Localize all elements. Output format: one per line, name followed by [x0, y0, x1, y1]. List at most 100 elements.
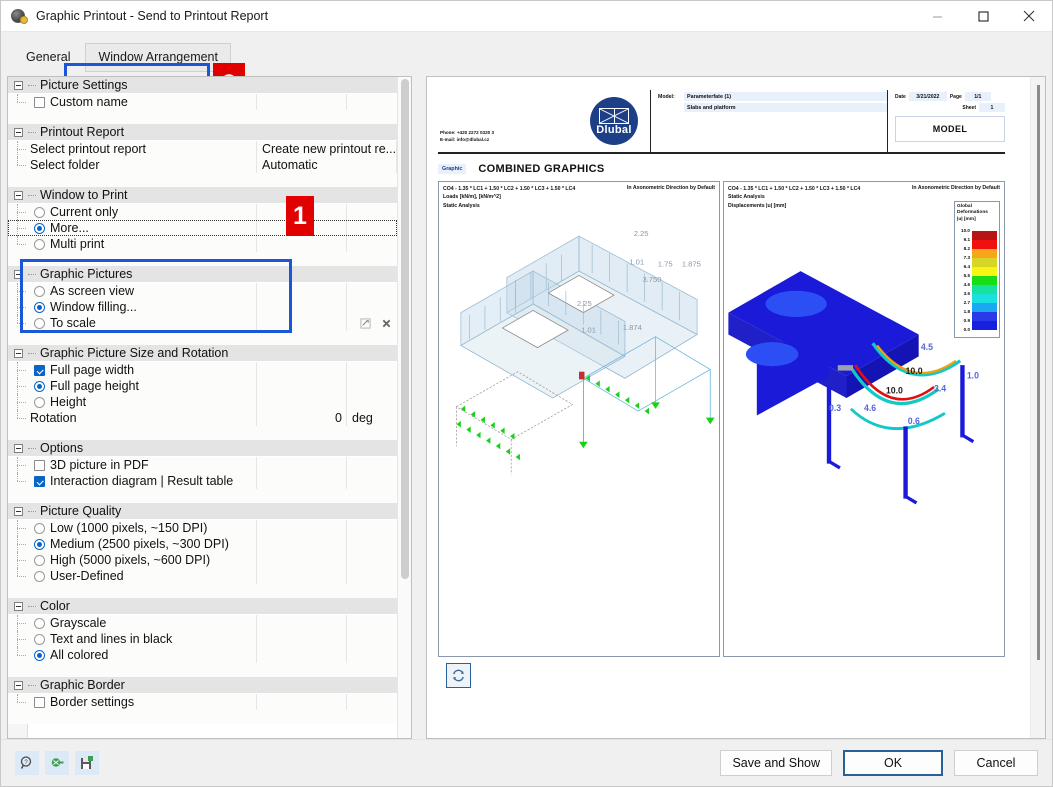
row-multi-print[interactable]: Multi print — [8, 236, 397, 252]
main-content: Picture Settings Custom name Printout Re… — [1, 76, 1052, 739]
cancel-button[interactable]: Cancel — [954, 750, 1038, 776]
row-interaction-diagram[interactable]: Interaction diagram | Result table — [8, 473, 397, 489]
group-title: Graphic Border — [40, 678, 125, 692]
deformation-label: 10.0 — [886, 385, 903, 395]
tab-window-arrangement[interactable]: Window Arrangement — [85, 43, 231, 72]
collapse-icon[interactable] — [8, 601, 28, 611]
full-page-width-checkbox[interactable] — [28, 364, 50, 376]
preview-canvas[interactable]: Phone: +420 2272 0320 3 E-mail: info@dlu… — [427, 77, 1030, 738]
row-color-grayscale[interactable]: Grayscale — [8, 615, 397, 631]
row-select-folder[interactable]: Select folder Automatic — [8, 157, 397, 173]
help-search-icon[interactable]: ? — [15, 751, 39, 775]
panel-loads[interactable]: CO4 - 1.35 * LC1 + 1.50 * LC2 + 1.50 * L… — [438, 180, 720, 657]
row-color-all-colored[interactable]: All colored — [8, 647, 397, 663]
more-radio[interactable] — [28, 222, 50, 234]
row-current-only[interactable]: Current only — [8, 204, 397, 220]
row-3d-picture-in-pdf[interactable]: 3D picture in PDF — [8, 457, 397, 473]
multi-print-radio[interactable] — [28, 238, 50, 250]
as-screen-view-radio[interactable] — [28, 285, 50, 297]
window-title: Graphic Printout - Send to Printout Repo… — [36, 9, 269, 23]
group-header[interactable]: Graphic Border — [8, 677, 397, 694]
group-header[interactable]: Picture Settings — [8, 77, 397, 94]
collapse-icon[interactable] — [8, 506, 28, 516]
row-custom-name[interactable]: Custom name — [8, 94, 397, 110]
row-full-page-height[interactable]: Full page height — [8, 378, 397, 394]
save-settings-icon[interactable] — [75, 751, 99, 775]
panel-displacements[interactable]: CO4 - 1.35 * LC1 + 1.50 * LC2 + 1.50 * L… — [723, 180, 1005, 657]
legend-value: 0.9 — [963, 318, 970, 324]
legend-value: 3.6 — [963, 291, 970, 297]
all-colored-radio[interactable] — [28, 649, 50, 661]
tab-general[interactable]: General — [13, 43, 83, 72]
refresh-preview-button[interactable] — [446, 663, 471, 688]
group-header[interactable]: Graphic Pictures — [8, 266, 397, 283]
to-scale-radio[interactable] — [28, 317, 50, 329]
maximize-icon[interactable] — [960, 1, 1006, 32]
row-label: Window filling... — [50, 300, 137, 314]
row-more[interactable]: More... — [8, 220, 397, 236]
collapse-icon[interactable] — [8, 680, 28, 690]
group-header[interactable]: Color — [8, 598, 397, 615]
text-lines-black-radio[interactable] — [28, 633, 50, 645]
ok-button[interactable]: OK — [843, 750, 943, 776]
collapse-icon[interactable] — [8, 190, 28, 200]
group-header[interactable]: Window to Print — [8, 187, 397, 204]
model-info-block: Model: Parameterfate (1) Slabs and platf… — [650, 90, 887, 152]
quality-low-radio[interactable] — [28, 522, 50, 534]
collapse-icon[interactable] — [8, 127, 28, 137]
height-radio[interactable] — [28, 396, 50, 408]
collapse-icon[interactable] — [8, 348, 28, 358]
rotation-value[interactable]: 0 — [335, 411, 342, 425]
graphic-title-row: Graphic COMBINED GRAPHICS — [434, 154, 1009, 181]
group-header[interactable]: Options — [8, 440, 397, 457]
quality-medium-radio[interactable] — [28, 538, 50, 550]
row-border-settings[interactable]: Border settings — [8, 694, 397, 710]
full-page-height-radio[interactable] — [28, 380, 50, 392]
legend-value: 0.0 — [963, 327, 970, 333]
group-header[interactable]: Printout Report — [8, 124, 397, 141]
group-header[interactable]: Picture Quality — [8, 503, 397, 520]
close-icon[interactable] — [1006, 1, 1052, 32]
load-label: 1.01 — [629, 257, 644, 266]
interaction-diagram-checkbox[interactable] — [28, 475, 50, 487]
clear-icon[interactable] — [379, 316, 394, 331]
border-settings-checkbox[interactable] — [28, 696, 50, 708]
collapse-icon[interactable] — [8, 80, 28, 90]
row-height[interactable]: Height — [8, 394, 397, 410]
custom-name-checkbox[interactable] — [28, 96, 50, 108]
group-header[interactable]: Graphic Picture Size and Rotation — [8, 345, 397, 362]
pdf-3d-checkbox[interactable] — [28, 459, 50, 471]
row-quality-user-defined[interactable]: User-Defined — [8, 568, 397, 584]
window-filling-radio[interactable] — [28, 301, 50, 313]
row-rotation[interactable]: Rotation 0 deg — [8, 410, 397, 426]
quality-user-defined-radio[interactable] — [28, 570, 50, 582]
save-and-show-button[interactable]: Save and Show — [720, 750, 832, 776]
scale-edit-icon[interactable] — [358, 316, 373, 331]
row-quality-high[interactable]: High (5000 pixels, ~600 DPI) — [8, 552, 397, 568]
row-window-filling[interactable]: Window filling... — [8, 299, 397, 315]
document-type: MODEL — [895, 116, 1005, 142]
quality-high-radio[interactable] — [28, 554, 50, 566]
connect-plug-icon[interactable] — [45, 751, 69, 775]
page-value: 1/1 — [964, 92, 991, 101]
row-quality-low[interactable]: Low (1000 pixels, ~150 DPI) — [8, 520, 397, 536]
load-label: 3.750 — [642, 275, 661, 284]
panel-line1: CO4 - 1.35 * LC1 + 1.50 * LC2 + 1.50 * L… — [443, 185, 576, 192]
collapse-icon[interactable] — [8, 443, 28, 453]
minimize-icon[interactable] — [914, 1, 960, 32]
preview-scrollbar-thumb[interactable] — [1037, 85, 1040, 660]
row-select-printout-report[interactable]: Select printout report Create new printo… — [8, 141, 397, 157]
row-as-screen-view[interactable]: As screen view — [8, 283, 397, 299]
preview-scrollbar[interactable] — [1030, 77, 1045, 738]
contact-phone: Phone: +420 2272 0320 3 — [440, 130, 495, 136]
dlubal-logo-icon: Dlubal — [590, 97, 638, 145]
row-color-text-lines-black[interactable]: Text and lines in black — [8, 631, 397, 647]
collapse-icon[interactable] — [8, 269, 28, 279]
row-to-scale[interactable]: To scale — [8, 315, 397, 331]
settings-scrollbar[interactable] — [397, 77, 411, 738]
scrollbar-thumb[interactable] — [401, 79, 409, 579]
grayscale-radio[interactable] — [28, 617, 50, 629]
row-quality-medium[interactable]: Medium (2500 pixels, ~300 DPI) — [8, 536, 397, 552]
row-full-page-width[interactable]: Full page width — [8, 362, 397, 378]
current-only-radio[interactable] — [28, 206, 50, 218]
